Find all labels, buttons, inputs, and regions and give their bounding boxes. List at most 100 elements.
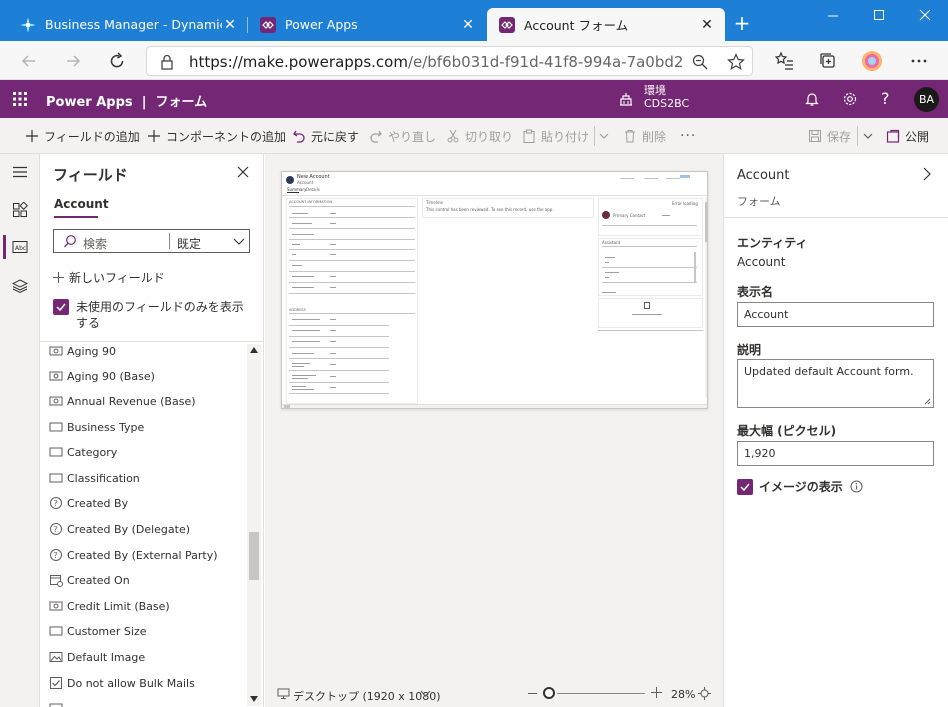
add-field-button[interactable]: フィールドの追加: [25, 118, 140, 154]
scroll-down-arrow-icon[interactable]: [250, 696, 258, 702]
hamburger-menu-icon[interactable]: [0, 154, 40, 190]
help-icon[interactable]: ?: [881, 89, 890, 108]
field-item[interactable]: Annual Revenue (Base): [49, 390, 196, 412]
lock-icon: [160, 54, 174, 70]
close-tab-icon[interactable]: ✕: [222, 17, 238, 33]
close-tab-icon[interactable]: ✕: [699, 17, 715, 33]
address-bar[interactable]: https://make.powerapps.com/e/bf6b031d-f9…: [146, 46, 753, 76]
field-item[interactable]: Business Type: [49, 416, 144, 438]
favorite-star-icon[interactable]: [727, 53, 745, 71]
tab-title: Account フォーム: [524, 18, 629, 33]
field-item[interactable]: Category: [49, 441, 117, 463]
field-item[interactable]: Customer Size: [49, 620, 147, 642]
tab-title: Power Apps: [285, 17, 358, 32]
layers-icon[interactable]: [0, 268, 40, 304]
browser-tab-business-manager[interactable]: Business Manager - Dynamics 365 ✕: [8, 8, 248, 41]
back-button[interactable]: [18, 50, 40, 72]
user-avatar[interactable]: BA: [914, 87, 939, 112]
add-component-button[interactable]: コンポーネントの追加: [147, 118, 286, 154]
field-item[interactable]: Do not allow Bulk Mails: [49, 672, 195, 694]
display-name-input[interactable]: Account: [737, 302, 934, 327]
settings-gear-icon[interactable]: [842, 91, 858, 107]
power-apps-icon: [499, 16, 515, 33]
maximize-button[interactable]: [868, 6, 890, 26]
close-tab-icon[interactable]: ✕: [460, 17, 476, 33]
more-commands-icon[interactable]: ···: [680, 118, 696, 154]
field-item[interactable]: Aging 90 (Base): [49, 365, 155, 387]
checkmark-icon[interactable]: [737, 478, 753, 495]
unused-fields-checkbox[interactable]: 未使用のフィールドのみを表示する: [53, 299, 253, 331]
chevron-right-icon[interactable]: [921, 167, 933, 181]
scroll-up-arrow-icon[interactable]: [250, 347, 258, 353]
command-bar: フィールドの追加 コンポーネントの追加 元に戻す やり直し 切り取り 貼り付け …: [0, 118, 948, 154]
forward-button[interactable]: [62, 50, 84, 72]
close-window-button[interactable]: [914, 6, 936, 26]
chevron-down-icon: [599, 133, 609, 139]
browser-tab-account-form[interactable]: Account フォーム ✕: [487, 8, 725, 41]
checkmark-icon[interactable]: [53, 299, 69, 315]
field-item[interactable]: ? Created By (Delegate): [49, 518, 190, 540]
checkbox-icon: [49, 676, 63, 690]
device-size-dropdown[interactable]: デスクトップ (1920 x 1080): [293, 688, 441, 704]
save-icon: [808, 129, 822, 143]
new-tab-button[interactable]: +: [731, 13, 753, 35]
lookup-icon: ?: [49, 548, 63, 562]
delete-button[interactable]: 削除: [623, 118, 666, 154]
fields-icon[interactable]: Abc: [0, 229, 40, 265]
close-pane-icon[interactable]: [236, 165, 250, 179]
profile-avatar-icon[interactable]: [861, 50, 883, 72]
redo-button[interactable]: やり直し: [369, 118, 436, 154]
description-textarea[interactable]: Updated default Account form.: [737, 359, 934, 408]
refresh-button[interactable]: [106, 50, 128, 72]
field-item[interactable]: ? Created By: [49, 492, 128, 514]
chevron-down-icon: [863, 133, 873, 139]
form-preview[interactable]: New Account Account Summary Details ACCO…: [281, 171, 708, 409]
save-options-chevron[interactable]: [862, 118, 874, 154]
max-width-label: 最大幅 (ピクセル): [737, 424, 837, 438]
search-input[interactable]: 検索: [83, 235, 107, 252]
field-item[interactable]: Aging 90: [49, 342, 116, 362]
tab-account[interactable]: Account: [54, 197, 109, 211]
notifications-bell-icon[interactable]: [804, 91, 820, 107]
plus-icon: [25, 129, 39, 143]
cut-button[interactable]: 切り取り: [446, 118, 513, 154]
browser-tab-power-apps[interactable]: Power Apps ✕: [248, 8, 486, 41]
left-navigation-rail: Abc: [0, 154, 40, 707]
environment-picker[interactable]: 環境 CDS2BC: [644, 84, 689, 110]
app-launcher-icon[interactable]: [13, 92, 27, 106]
fields-pane: フィールド Account 検索 既定 新しいフィールド 未使用のフィールドのみ…: [40, 154, 264, 707]
paste-button[interactable]: 貼り付け: [522, 118, 589, 154]
zoom-icon[interactable]: [691, 53, 709, 71]
scrollbar-thumb[interactable]: [249, 532, 259, 580]
field-filter-dropdown[interactable]: 既定: [177, 235, 201, 252]
undo-button[interactable]: 元に戻す: [292, 118, 359, 154]
new-field-button[interactable]: 新しいフィールド: [53, 269, 165, 286]
currency-icon: [49, 599, 63, 613]
show-image-checkbox[interactable]: イメージの表示: [737, 478, 863, 495]
zoom-out-icon[interactable]: [528, 693, 537, 694]
more-menu-icon[interactable]: [908, 50, 930, 72]
paste-options-chevron[interactable]: [598, 118, 610, 154]
field-search-box[interactable]: 検索 既定: [53, 229, 250, 253]
zoom-in-icon[interactable]: [651, 687, 662, 698]
field-item[interactable]: ? Created By (External Party): [49, 544, 218, 566]
field-list-scrollbar[interactable]: [247, 344, 261, 706]
info-icon[interactable]: [850, 480, 863, 493]
favorites-icon[interactable]: [773, 50, 795, 72]
zoom-slider-thumb[interactable]: [543, 687, 555, 699]
fields-pane-title: フィールド: [53, 166, 128, 184]
field-item[interactable]: Classification: [49, 467, 140, 489]
minimize-button[interactable]: [822, 6, 844, 26]
field-item[interactable]: Credit Limit (Base): [49, 595, 170, 617]
app-title: Power Apps | フォーム: [46, 95, 208, 110]
zoom-slider-track[interactable]: [557, 693, 645, 694]
save-button[interactable]: 保存: [808, 118, 851, 154]
components-icon[interactable]: [0, 192, 40, 228]
publish-button[interactable]: 公開: [886, 118, 929, 154]
entity-label: エンティティ: [737, 236, 808, 250]
field-item[interactable]: Default Image: [49, 646, 145, 668]
field-item[interactable]: Created On: [49, 569, 130, 591]
collections-icon[interactable]: [817, 50, 839, 72]
fit-to-screen-icon[interactable]: [698, 687, 711, 700]
max-width-input[interactable]: 1,920: [737, 441, 934, 466]
